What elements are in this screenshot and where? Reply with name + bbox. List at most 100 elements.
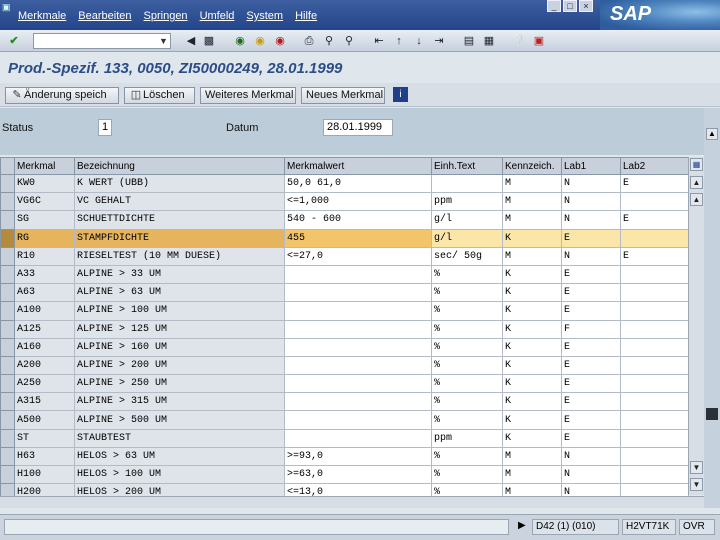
find-next-icon[interactable]: ⚲	[341, 33, 357, 49]
cell-merkmalwert[interactable]	[284, 337, 432, 357]
table-row[interactable]: H100 HELOS > 100 UM >=63,0% M N	[0, 464, 689, 485]
first-page-icon[interactable]: ⇤	[371, 33, 387, 49]
enter-icon[interactable]: ✔	[6, 33, 22, 49]
maximize-icon[interactable]: □	[563, 0, 577, 12]
menu-bearbeiten[interactable]: Bearbeiten	[78, 10, 131, 22]
row-selector[interactable]	[0, 410, 15, 430]
change-save-button[interactable]: ✎ Änderung speich	[5, 87, 119, 104]
row-selector[interactable]	[0, 301, 15, 321]
cell-merkmalwert[interactable]: 455	[284, 228, 432, 248]
table-row[interactable]: A315 ALPINE > 315 UM% K E	[0, 392, 689, 412]
row-selector[interactable]	[0, 246, 15, 266]
row-selector[interactable]	[0, 228, 15, 248]
next-page-icon[interactable]: ↓	[411, 33, 427, 49]
table-row[interactable]: RG STAMPFDICHTE 455 g/l K E	[0, 228, 689, 248]
table-row[interactable]: KW0 K WERT (UBB) 50,0 61,0 M N E	[0, 173, 689, 194]
screen-scrollbar[interactable]: ▲	[704, 108, 720, 508]
table-row[interactable]: A200 ALPINE > 200 UM% K E	[0, 355, 689, 376]
save-icon[interactable]: ▩	[201, 33, 217, 49]
print-icon[interactable]: ⎙	[301, 33, 317, 49]
col-header-einheit[interactable]: Einh.Text	[431, 157, 503, 175]
scroll-down-icon[interactable]: ▼	[690, 461, 703, 474]
table-row[interactable]: A160 ALPINE > 160 UM% K E	[0, 337, 689, 357]
row-selector[interactable]	[0, 392, 15, 412]
cell-merkmalwert[interactable]: 50,0 61,0	[284, 173, 432, 194]
minimize-icon[interactable]: _	[547, 0, 561, 12]
command-field[interactable]: ▼	[33, 33, 171, 49]
exit-icon[interactable]: ◉	[252, 33, 268, 49]
select-all-header[interactable]	[0, 157, 15, 175]
cell-merkmalwert[interactable]: <=27,0	[284, 246, 432, 266]
cell-merkmalwert[interactable]	[284, 283, 432, 303]
cell-merkmalwert[interactable]	[284, 428, 432, 448]
table-row[interactable]: A125 ALPINE > 125 UM% K F	[0, 319, 689, 339]
cell-merkmalwert[interactable]	[284, 319, 432, 339]
cell-merkmalwert[interactable]	[284, 264, 432, 285]
menu-springen[interactable]: Springen	[144, 10, 188, 22]
help-icon[interactable]: ❔	[511, 33, 527, 49]
cell-merkmalwert[interactable]	[284, 374, 432, 394]
row-selector[interactable]	[0, 446, 15, 467]
create-session-icon[interactable]: ▤	[461, 33, 477, 49]
screen-scroll-up-icon[interactable]: ▲	[706, 128, 718, 140]
new-feature-button[interactable]: Neues Merkmal	[301, 87, 385, 104]
cell-merkmalwert[interactable]: >=93,0	[284, 446, 432, 467]
scroll-bottom-icon[interactable]: ▼	[690, 478, 703, 491]
table-horizontal-scrollbar[interactable]	[0, 496, 704, 508]
table-row[interactable]: SG SCHUETTDICHTE 540 - 600 g/l M N E	[0, 210, 689, 230]
cell-merkmalwert[interactable]: >=63,0	[284, 464, 432, 485]
cell-merkmalwert[interactable]	[284, 355, 432, 376]
delete-button[interactable]: ◫ Löschen	[124, 87, 195, 104]
table-row[interactable]: ST STAUBTEST ppm K E	[0, 428, 689, 448]
cancel-icon[interactable]: ◉	[272, 33, 288, 49]
back-icon[interactable]: ◀	[183, 33, 199, 49]
prev-page-icon[interactable]: ↑	[391, 33, 407, 49]
column-config-icon[interactable]: ▦	[690, 158, 703, 171]
row-selector[interactable]	[0, 173, 15, 194]
close-icon[interactable]: ×	[579, 0, 593, 12]
row-selector[interactable]	[0, 428, 15, 448]
row-selector[interactable]	[0, 337, 15, 357]
table-row[interactable]: H63 HELOS > 63 UM >=93,0% M N	[0, 446, 689, 467]
cell-merkmalwert[interactable]	[284, 392, 432, 412]
info-icon[interactable]: i	[393, 87, 408, 102]
table-row[interactable]: VG6C VC GEHALT <=1,000 ppm M N	[0, 192, 689, 212]
table-row[interactable]: A33 ALPINE > 33 UM% K E	[0, 264, 689, 285]
date-field[interactable]: 28.01.1999	[323, 119, 393, 136]
row-selector[interactable]	[0, 464, 15, 485]
cell-merkmalwert[interactable]	[284, 410, 432, 430]
col-header-lab2[interactable]: Lab2	[620, 157, 689, 175]
table-row[interactable]: A500 ALPINE > 500 UM% K E	[0, 410, 689, 430]
scroll-up-icon[interactable]: ▲	[690, 193, 703, 206]
cell-merkmalwert[interactable]: <=1,000	[284, 192, 432, 212]
menu-merkmale[interactable]: Merkmale	[18, 10, 66, 22]
row-selector[interactable]	[0, 355, 15, 376]
col-header-lab1[interactable]: Lab1	[561, 157, 621, 175]
insert-mode[interactable]: OVR	[679, 519, 715, 535]
last-page-icon[interactable]: ⇥	[431, 33, 447, 49]
layout-icon[interactable]: ▣	[531, 33, 547, 49]
row-selector[interactable]	[0, 319, 15, 339]
more-feature-button[interactable]: Weiteres Merkmal	[200, 87, 296, 104]
menu-hilfe[interactable]: Hilfe	[295, 10, 317, 22]
col-header-merkmal[interactable]: Merkmal	[14, 157, 75, 175]
menu-system[interactable]: System	[246, 10, 283, 22]
status-field[interactable]: 1	[98, 119, 112, 136]
scroll-top-icon[interactable]: ▲	[690, 176, 703, 189]
row-selector[interactable]	[0, 264, 15, 285]
menu-umfeld[interactable]: Umfeld	[200, 10, 235, 22]
shortcut-icon[interactable]: ▦	[481, 33, 497, 49]
table-vertical-scrollbar[interactable]: ▦ ▲ ▲ ▼ ▼	[688, 157, 704, 495]
green-back-icon[interactable]: ◉	[232, 33, 248, 49]
row-selector[interactable]	[0, 374, 15, 394]
expand-status-icon[interactable]: ▶	[515, 519, 531, 535]
col-header-bezeichnung[interactable]: Bezeichnung	[74, 157, 285, 175]
row-selector[interactable]	[0, 192, 15, 212]
row-selector[interactable]	[0, 283, 15, 303]
find-icon[interactable]: ⚲	[321, 33, 337, 49]
command-dropdown-icon[interactable]: ▼	[158, 35, 169, 47]
system-menu-icon[interactable]: ▣	[2, 2, 14, 12]
table-row[interactable]: R10 RIESELTEST (10 MM DUESE) <=27,0 sec/ 50…	[0, 246, 689, 266]
row-selector[interactable]	[0, 210, 15, 230]
table-row[interactable]: A250 ALPINE > 250 UM% K E	[0, 374, 689, 394]
